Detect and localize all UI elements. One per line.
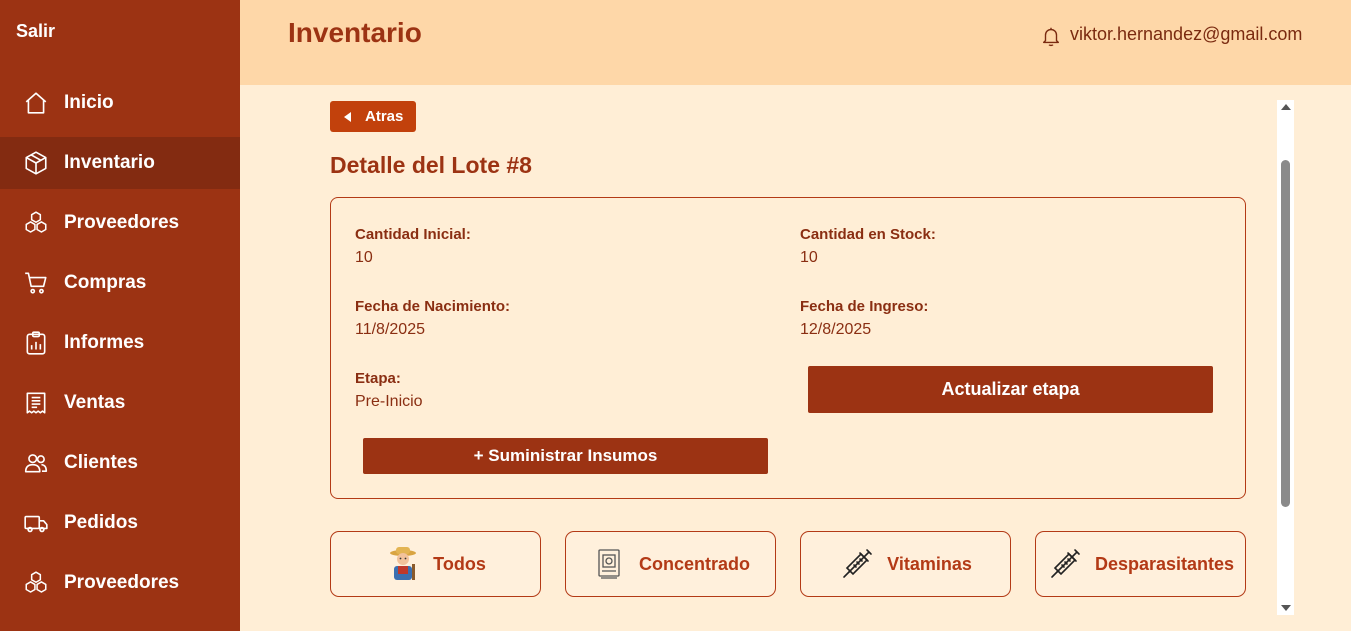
- filter-label: Concentrado: [638, 553, 750, 574]
- sidebar-item-proveedores[interactable]: Proveedores: [0, 197, 240, 249]
- sidebar-item-label: Inventario: [64, 152, 155, 173]
- sidebar: Salir Inicio Inventario Proveedores Comp…: [0, 0, 240, 631]
- user-email[interactable]: viktor.hernandez@gmail.com: [1070, 24, 1302, 45]
- sidebar-item-label: Pedidos: [64, 512, 138, 533]
- filter-vitaminas-button[interactable]: Vitaminas: [800, 531, 1011, 597]
- lote-detail-card: Cantidad Inicial: 10 Cantidad en Stock: …: [330, 197, 1246, 499]
- filter-label: Vitaminas: [887, 553, 972, 574]
- chevron-left-icon: [344, 111, 351, 122]
- supply-inputs-button[interactable]: + Suministrar Insumos: [363, 438, 768, 474]
- cantidad-stock-label: Cantidad en Stock:: [800, 226, 936, 243]
- bell-icon[interactable]: [1040, 24, 1062, 48]
- farmer-icon: [385, 546, 421, 582]
- sidebar-item-label: Proveedores: [64, 212, 180, 233]
- syringe-icon: [1047, 546, 1083, 582]
- box-icon: [22, 149, 50, 177]
- sidebar-item-inventario[interactable]: Inventario: [0, 137, 240, 189]
- fecha-ingreso-value: 12/8/2025: [800, 321, 872, 338]
- sidebar-item-inicio[interactable]: Inicio: [0, 77, 240, 129]
- filter-label: Todos: [433, 553, 486, 574]
- users-icon: [22, 449, 50, 477]
- etapa-label: Etapa:: [355, 370, 401, 387]
- scroll-thumb[interactable]: [1281, 160, 1290, 507]
- back-button-label: Atras: [365, 108, 404, 125]
- fecha-nacimiento-value: 11/8/2025: [355, 321, 425, 338]
- filter-desparasitantes-button[interactable]: Desparasitantes: [1035, 531, 1246, 597]
- scroll-up-arrow-icon[interactable]: [1281, 104, 1291, 110]
- update-stage-button[interactable]: Actualizar etapa: [808, 366, 1213, 413]
- receipt-icon: [22, 389, 50, 417]
- top-header: Inventario viktor.hernandez@gmail.com: [240, 0, 1351, 85]
- fecha-ingreso-label: Fecha de Ingreso:: [800, 298, 929, 315]
- truck-icon: [22, 509, 50, 537]
- sidebar-item-compras[interactable]: Compras: [0, 257, 240, 309]
- cantidad-stock-value: 10: [800, 249, 818, 266]
- sidebar-item-proveedores-2[interactable]: Proveedores: [0, 557, 240, 609]
- cantidad-inicial-label: Cantidad Inicial:: [355, 226, 471, 243]
- syringe-icon: [839, 546, 875, 582]
- sidebar-item-label: Compras: [64, 272, 147, 293]
- filter-todos-button[interactable]: Todos: [330, 531, 541, 597]
- feed-bag-icon: [591, 546, 627, 582]
- filter-concentrado-button[interactable]: Concentrado: [565, 531, 776, 597]
- sidebar-item-clientes[interactable]: Clientes: [0, 437, 240, 489]
- scroll-down-arrow-icon[interactable]: [1281, 605, 1291, 611]
- main-content: Atras Detalle del Lote #8 Cantidad Inici…: [240, 85, 1351, 631]
- home-icon: [22, 89, 50, 117]
- page-title: Inventario: [288, 17, 422, 48]
- cantidad-inicial-value: 10: [355, 249, 373, 266]
- sidebar-item-ventas[interactable]: Ventas: [0, 377, 240, 429]
- etapa-value: Pre-Inicio: [355, 393, 423, 410]
- filter-label: Desparasitantes: [1094, 553, 1235, 574]
- sidebar-item-informes[interactable]: Informes: [0, 317, 240, 369]
- logout-link[interactable]: Salir: [16, 21, 55, 42]
- boxes-icon: [22, 569, 50, 597]
- sidebar-item-label: Proveedores: [64, 572, 180, 593]
- sidebar-item-label: Informes: [64, 332, 145, 353]
- vertical-scrollbar[interactable]: [1277, 100, 1294, 615]
- sidebar-item-label: Inicio: [64, 92, 114, 113]
- cart-icon: [22, 269, 50, 297]
- back-button[interactable]: Atras: [330, 101, 416, 132]
- sidebar-item-pedidos[interactable]: Pedidos: [0, 497, 240, 549]
- lote-title: Detalle del Lote #8: [330, 152, 532, 178]
- sidebar-item-label: Clientes: [64, 452, 138, 473]
- sidebar-item-label: Ventas: [64, 392, 126, 413]
- fecha-nacimiento-label: Fecha de Nacimiento:: [355, 298, 511, 315]
- boxes-icon: [22, 209, 50, 237]
- report-icon: [22, 329, 50, 357]
